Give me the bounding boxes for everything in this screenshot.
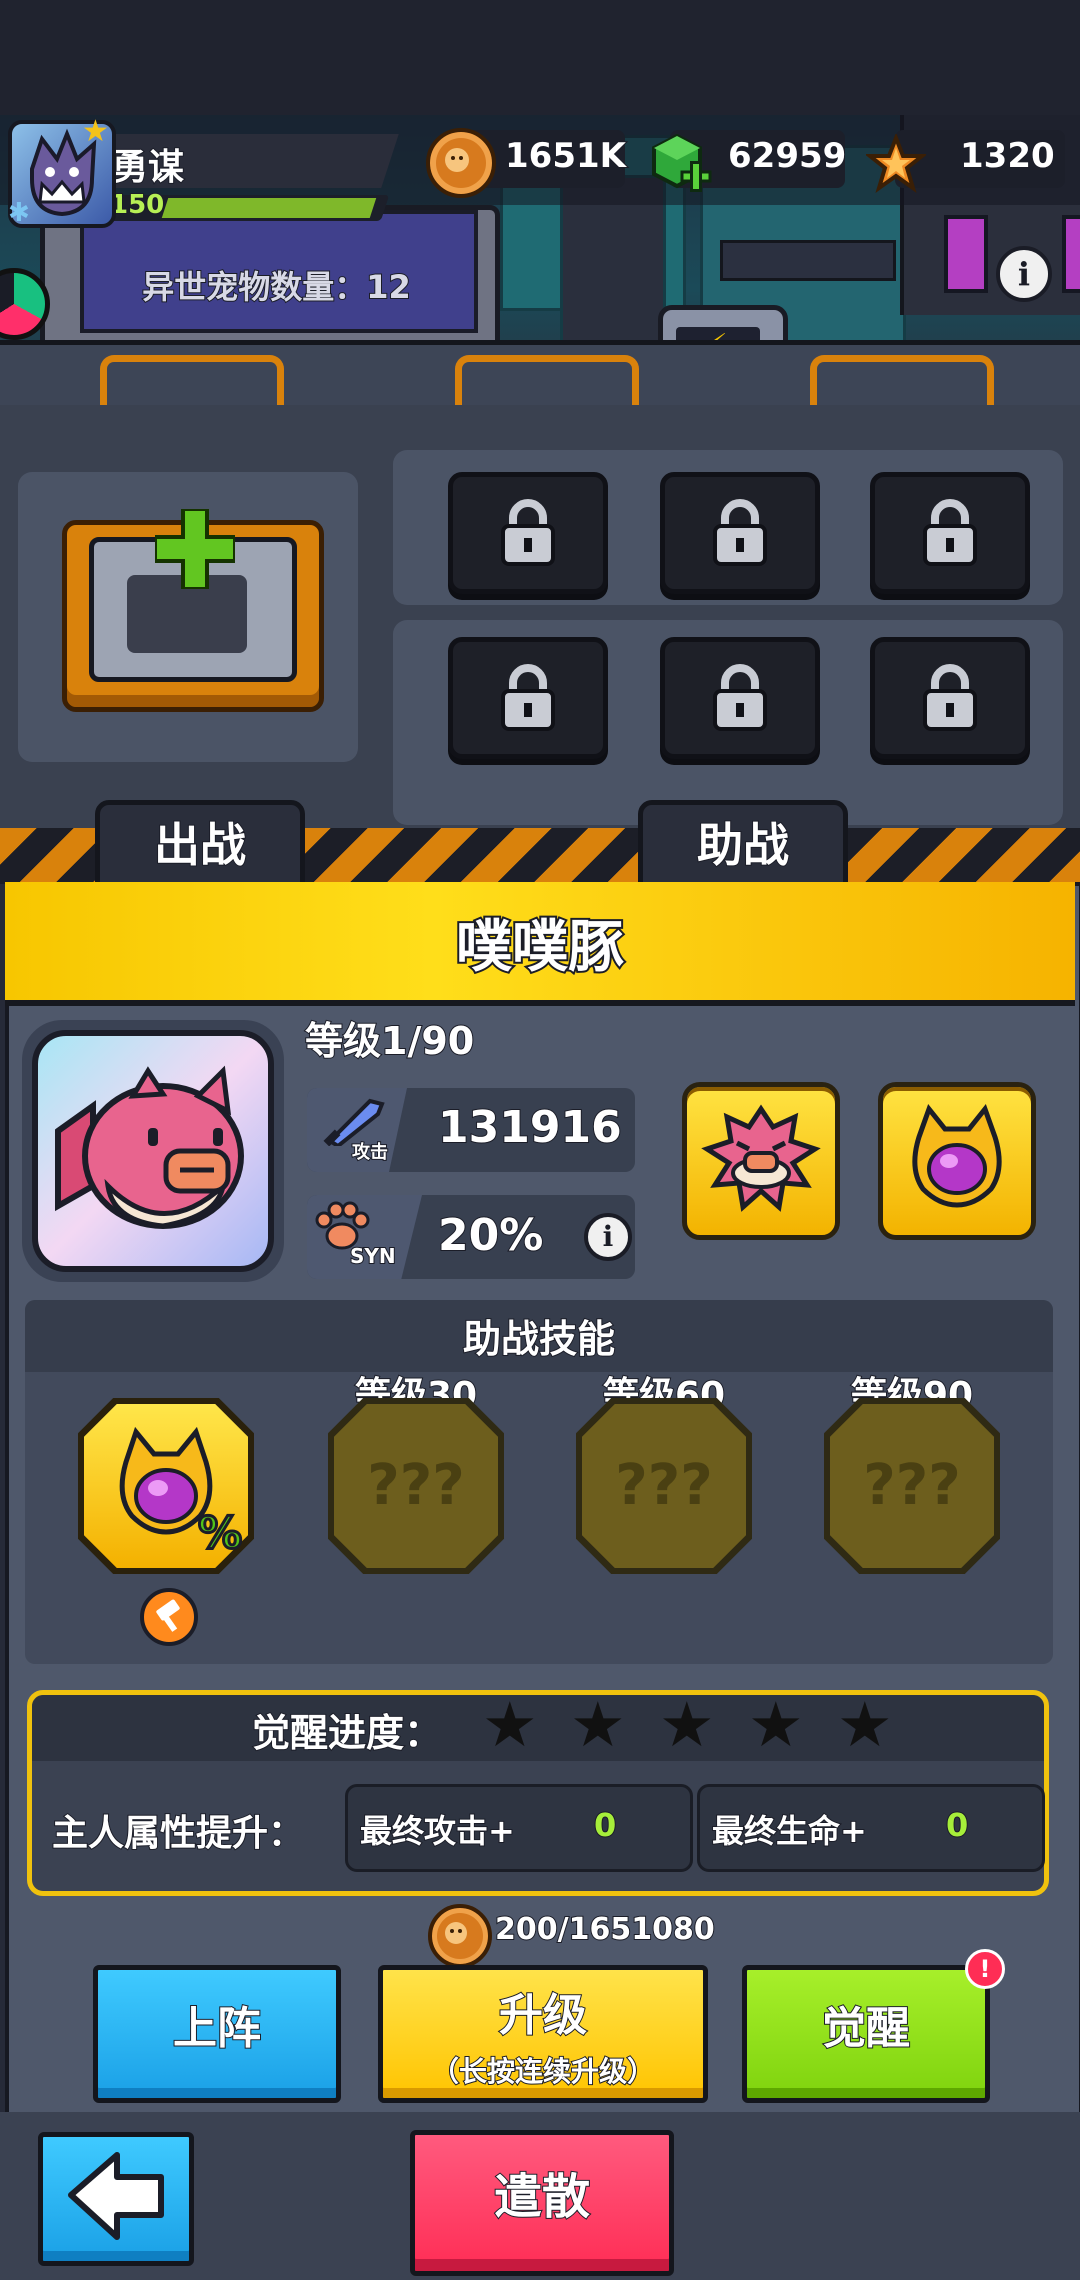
alert-badge-icon: ! — [965, 1949, 1005, 1989]
locked-slot[interactable] — [660, 472, 820, 594]
empty-star-icon: ★ — [570, 1688, 626, 1761]
tab-assist[interactable]: 助战 — [638, 800, 848, 890]
unknown-skill-mark: ??? — [863, 1453, 961, 1518]
lock-icon — [923, 499, 977, 566]
pedestal — [455, 355, 639, 405]
player-level: 150 — [109, 189, 165, 221]
unknown-skill-mark: ??? — [367, 1453, 465, 1518]
locked-assist-skill[interactable]: ??? — [328, 1398, 504, 1574]
tab-battle[interactable]: 出战 — [95, 800, 305, 890]
assist-skills-header: 助战技能 — [462, 1316, 616, 1362]
assist-skill-active[interactable]: % — [78, 1398, 254, 1574]
green-plus-icon — [153, 507, 237, 591]
pedestal — [100, 355, 284, 405]
cat-orb-percent-icon: % — [119, 1426, 244, 1561]
attack-tag: 攻击 — [351, 1141, 389, 1164]
lock-icon — [713, 499, 767, 566]
purple-light — [1062, 215, 1080, 293]
owner-boost-label: 主人属性提升： — [51, 1812, 305, 1855]
dismiss-button[interactable]: 遣散 — [410, 2130, 674, 2276]
top-band — [0, 0, 1080, 115]
awakening-progress-label: 觉醒进度： — [251, 1710, 443, 1756]
deploy-button-label: 上阵 — [172, 2002, 262, 2055]
angry-puffer-icon — [701, 1104, 821, 1212]
upgrade-button-label: 升级 — [498, 1990, 588, 2041]
empty-star-icon: ★ — [482, 1688, 538, 1761]
pet-level: 等级1/90 — [304, 1018, 475, 1064]
final-attack-label: 最终攻击+ — [359, 1811, 516, 1851]
star-badge-icon: ★ — [82, 114, 109, 149]
pet-portrait[interactable] — [32, 1030, 274, 1272]
awaken-button-label: 觉醒 — [821, 2002, 911, 2055]
lock-icon — [501, 664, 555, 731]
back-arrow-icon — [68, 2152, 164, 2240]
upgrade-cost: 200/1651080 — [494, 1911, 716, 1948]
pet-portrait-frame — [22, 1020, 284, 1282]
attack-value: 131916 — [437, 1101, 623, 1154]
hammer-upgrade-icon[interactable] — [140, 1588, 198, 1646]
lock-icon — [501, 499, 555, 566]
coin-icon — [426, 128, 496, 198]
player-name: 勇谋 — [111, 146, 185, 189]
lock-icon — [713, 664, 767, 731]
deploy-button[interactable]: 上阵 — [93, 1965, 341, 2103]
coin-icon — [428, 1904, 492, 1968]
pet-count-label: 异世宠物数量：12 — [141, 267, 412, 307]
locked-assist-skill[interactable]: ??? — [824, 1398, 1000, 1574]
add-pet-slot[interactable] — [62, 507, 324, 712]
upgrade-hint: （长按连续升级） — [430, 2055, 656, 2088]
pig-fish-pet-icon — [55, 1065, 244, 1229]
locked-slot[interactable] — [448, 472, 608, 594]
purple-light — [944, 215, 988, 293]
locked-slot[interactable] — [870, 472, 1030, 594]
info-icon[interactable]: i — [584, 1213, 632, 1261]
locked-slot[interactable] — [870, 637, 1030, 759]
green-gem-plus-icon — [652, 133, 712, 192]
locked-assist-skill[interactable]: ??? — [576, 1398, 752, 1574]
back-button[interactable] — [38, 2132, 194, 2266]
orange-star-crystal-icon — [864, 132, 928, 193]
cat-orb-icon — [912, 1103, 1002, 1208]
puffer-trait-badge[interactable] — [682, 1082, 840, 1240]
awaken-button[interactable]: 觉醒 — [742, 1965, 990, 2103]
lock-icon — [923, 664, 977, 731]
svg-text:%: % — [198, 1508, 242, 1559]
pipe — [720, 240, 896, 281]
syn-value: 20% — [437, 1209, 544, 1262]
coin-value: 1651K — [504, 135, 627, 177]
cat-orb-trait-badge[interactable] — [878, 1082, 1036, 1240]
pet-name: 噗噗豚 — [454, 913, 626, 982]
unknown-skill-mark: ??? — [615, 1453, 713, 1518]
empty-star-icon: ★ — [659, 1688, 715, 1761]
empty-star-icon: ★ — [837, 1688, 893, 1761]
empty-star-icon: ★ — [748, 1688, 804, 1761]
snowflake-icon: ✱ — [8, 198, 30, 228]
gem-value: 62959 — [727, 135, 847, 177]
upgrade-button[interactable]: 升级 （长按连续升级） — [378, 1965, 708, 2103]
pedestal — [810, 355, 994, 405]
locked-slot[interactable] — [448, 637, 608, 759]
final-hp-label: 最终生命+ — [711, 1811, 868, 1851]
final-attack-value: 0 — [593, 1805, 617, 1845]
syn-tag: SYN — [349, 1243, 397, 1269]
crystal-value: 1320 — [959, 135, 1056, 177]
xp-bar-fill — [161, 198, 377, 218]
locked-slot[interactable] — [660, 637, 820, 759]
final-hp-value: 0 — [945, 1805, 969, 1845]
dismiss-button-label: 遣散 — [493, 2168, 591, 2226]
info-icon[interactable]: i — [996, 246, 1052, 302]
